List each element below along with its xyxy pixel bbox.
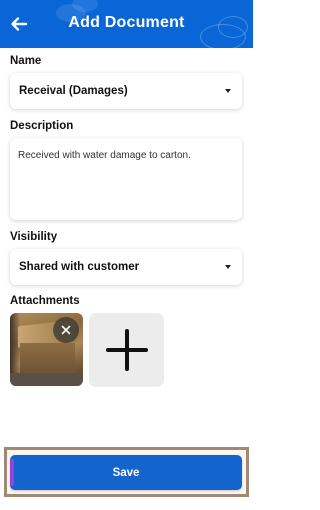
attachments-label: Attachments xyxy=(10,295,80,307)
save-button-label: Save xyxy=(112,466,140,479)
save-button[interactable]: Save xyxy=(10,455,242,490)
visibility-label: Visibility xyxy=(10,231,58,243)
thumbnail-box-side xyxy=(20,343,75,377)
chevron-down-icon xyxy=(225,89,231,93)
thumbnail-floor xyxy=(10,373,83,386)
name-label: Name xyxy=(10,55,42,67)
description-label: Description xyxy=(10,120,74,132)
app-header: Add Document xyxy=(0,0,253,48)
description-textarea[interactable]: Received with water damage to carton. xyxy=(10,138,242,220)
plus-icon xyxy=(105,329,148,371)
visibility-select-value: Shared with customer xyxy=(19,261,140,273)
chevron-down-icon xyxy=(225,265,231,269)
save-button-accent xyxy=(10,459,14,486)
remove-attachment-button[interactable] xyxy=(53,317,79,343)
name-select-value: Receival (Damages) xyxy=(19,85,128,97)
name-select[interactable]: Receival (Damages) xyxy=(10,73,242,109)
header-cloud-decoration xyxy=(72,0,98,12)
visibility-select[interactable]: Shared with customer xyxy=(10,249,242,285)
close-icon xyxy=(61,325,71,335)
page-title: Add Document xyxy=(68,14,185,31)
add-attachment-button[interactable] xyxy=(89,313,164,387)
